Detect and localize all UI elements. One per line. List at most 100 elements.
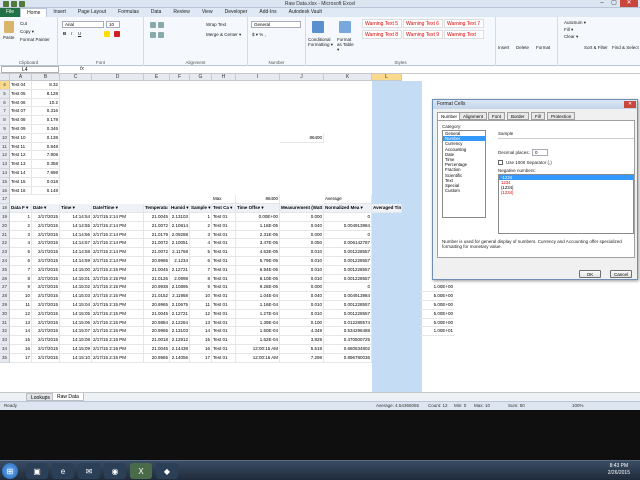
underline-button[interactable]: U <box>78 31 81 36</box>
style-warning-text-9[interactable]: Warning Text 9 <box>403 30 443 39</box>
cell-2[interactable]: 0.346 <box>32 125 60 134</box>
chrome-icon[interactable]: ◉ <box>104 463 126 479</box>
row-header[interactable]: 16 <box>0 186 10 196</box>
row-header[interactable]: 29 <box>0 301 10 310</box>
cell-11[interactable]: 0.004913984 <box>324 221 372 231</box>
cell-4[interactable]: 2/17/15 2:14 PM <box>92 213 144 222</box>
cut-button[interactable]: Cut <box>20 21 27 26</box>
cell-7[interactable]: 4 <box>190 239 212 249</box>
cell-4[interactable]: 2/17/15 2:15 PM <box>92 283 144 293</box>
cell-2[interactable]: 0.358 <box>32 160 60 169</box>
row-header[interactable]: 27 <box>0 283 10 293</box>
cell-1[interactable]: 3 <box>10 230 32 240</box>
row-header[interactable]: 12 <box>0 151 10 161</box>
fill-button[interactable]: Fill ▾ <box>564 27 573 33</box>
delete-cells-button[interactable]: Delete <box>516 45 529 50</box>
cell-6[interactable]: Humid ▾ <box>170 204 190 213</box>
cell-4[interactable]: 2/17/15 2:15 PM <box>92 301 144 310</box>
cell-6[interactable]: 2.12721 <box>170 309 190 319</box>
align-top-icon[interactable] <box>150 22 156 28</box>
cell-7[interactable]: 7 <box>190 265 212 275</box>
cell-9[interactable]: 3.47E-05 <box>236 239 280 249</box>
italic-button[interactable]: I <box>71 31 72 36</box>
cell-8[interactable]: Test 01 <box>212 353 236 363</box>
decimal-places-spinner[interactable]: 0 <box>532 149 548 156</box>
cell-11[interactable]: 0.006142787 <box>324 239 372 249</box>
cell-3[interactable]: 14:15:08 <box>60 336 92 345</box>
cell-7[interactable]: 11 <box>190 301 212 310</box>
cell-7[interactable]: 2 <box>190 221 212 231</box>
row-header[interactable]: 4 <box>0 81 10 90</box>
cell-11[interactable]: 0.001228557 <box>324 301 372 310</box>
cell-3[interactable]: 14:15:10 <box>60 353 92 363</box>
cell-10[interactable]: 0.000 <box>280 283 324 293</box>
cell-3[interactable]: 14:15:06 <box>60 318 92 328</box>
cell-6[interactable]: 2.11768 <box>170 248 190 257</box>
cell-5[interactable]: 21.0018 <box>144 336 170 345</box>
cell-10[interactable]: 0.010 <box>280 309 324 319</box>
cell-4[interactable]: 2/17/15 2:15 PM <box>92 309 144 319</box>
row-header[interactable]: 31 <box>0 318 10 328</box>
cell-2[interactable]: 2/17/2015 <box>32 265 60 275</box>
cell-8[interactable]: Test 01 <box>212 248 236 257</box>
cell-4[interactable]: 2/17/15 2:14 PM <box>92 230 144 240</box>
style-warning-text[interactable]: Warning Text <box>444 30 484 39</box>
tab-home[interactable]: Home <box>20 8 48 17</box>
cell-9[interactable]: 12:00:15 AM <box>236 345 280 354</box>
ok-button[interactable]: OK <box>579 270 601 278</box>
cell-5[interactable]: 20.9965 <box>144 353 170 363</box>
row-header[interactable]: 8 <box>0 116 10 125</box>
name-box[interactable]: L4 <box>1 66 59 73</box>
cell-4[interactable]: 2/17/15 2:14 PM <box>92 239 144 249</box>
cell-11[interactable]: Average <box>324 195 372 205</box>
category-item[interactable]: Custom <box>443 188 485 193</box>
cell-m[interactable]: 5.00E+00 <box>420 310 454 319</box>
cell-2[interactable]: 2/17/2015 <box>32 336 60 345</box>
cell-2[interactable]: 2/17/2015 <box>32 230 60 240</box>
number-format-select[interactable]: General <box>251 21 301 28</box>
cell-2[interactable]: 2/17/2015 <box>32 318 60 328</box>
sort-filter-button[interactable]: Sort & Filter <box>584 45 608 50</box>
cell-1[interactable]: 1 <box>10 213 32 222</box>
row-header[interactable]: 17 <box>0 195 10 205</box>
cell-1[interactable]: 15 <box>10 336 32 345</box>
cell-6[interactable]: 2.14056 <box>170 353 190 363</box>
cell-11[interactable]: 0.001228557 <box>324 309 372 319</box>
cell-4[interactable]: 2/17/15 2:15 PM <box>92 274 144 284</box>
explorer-icon[interactable]: ▣ <box>26 463 48 479</box>
cell-1[interactable]: 10 <box>10 292 32 301</box>
cell-1[interactable]: Test 11 <box>10 142 32 152</box>
fx-icon[interactable]: fx <box>80 66 84 73</box>
cell-1[interactable]: 4 <box>10 239 32 249</box>
cell-9[interactable]: 8.10E-05 <box>236 274 280 284</box>
select-all-corner[interactable] <box>0 74 10 81</box>
cell-10[interactable]: 7.298 <box>280 353 324 363</box>
ie-icon[interactable]: e <box>52 463 74 479</box>
cell-10[interactable]: 0.010 <box>280 248 324 257</box>
cell-5[interactable]: Temperatu ▾ <box>144 204 170 213</box>
paste-icon[interactable] <box>4 21 14 33</box>
dialog-close-button[interactable]: ✕ <box>624 101 636 108</box>
cell-3[interactable]: 14:14:56 <box>60 230 92 240</box>
row-header[interactable]: 10 <box>0 133 10 143</box>
cell-6[interactable]: 2.10895 <box>170 283 190 293</box>
merge-center-button[interactable]: Merge & Center ▾ <box>206 32 241 38</box>
cell-4[interactable]: 2/17/15 2:15 PM <box>92 353 144 363</box>
cell-1[interactable]: 12 <box>10 309 32 319</box>
cell-11[interactable]: 0.001228557 <box>324 257 372 266</box>
cell-7[interactable]: 13 <box>190 318 212 328</box>
tab-page-layout[interactable]: Page Layout <box>72 8 112 17</box>
cell-6[interactable]: 2.09288 <box>170 230 190 240</box>
cell-1[interactable]: Test 08 <box>10 116 32 125</box>
cell-1[interactable]: Test 07 <box>10 107 32 117</box>
row-header[interactable]: 15 <box>0 177 10 187</box>
cell-4[interactable]: 2/17/15 2:14 PM <box>92 257 144 266</box>
cell-1[interactable]: 7 <box>10 265 32 275</box>
cell-2[interactable]: 7.998 <box>32 169 60 178</box>
format-cells-button[interactable]: Format <box>536 45 550 50</box>
column-header-b[interactable]: B <box>32 74 60 81</box>
column-header-f[interactable]: F <box>170 74 190 81</box>
cell-10[interactable]: 0.040 <box>280 221 324 231</box>
cell-5[interactable]: 21.0072 <box>144 248 170 257</box>
sheet-tab-raw-data[interactable]: Raw Data <box>52 393 84 401</box>
